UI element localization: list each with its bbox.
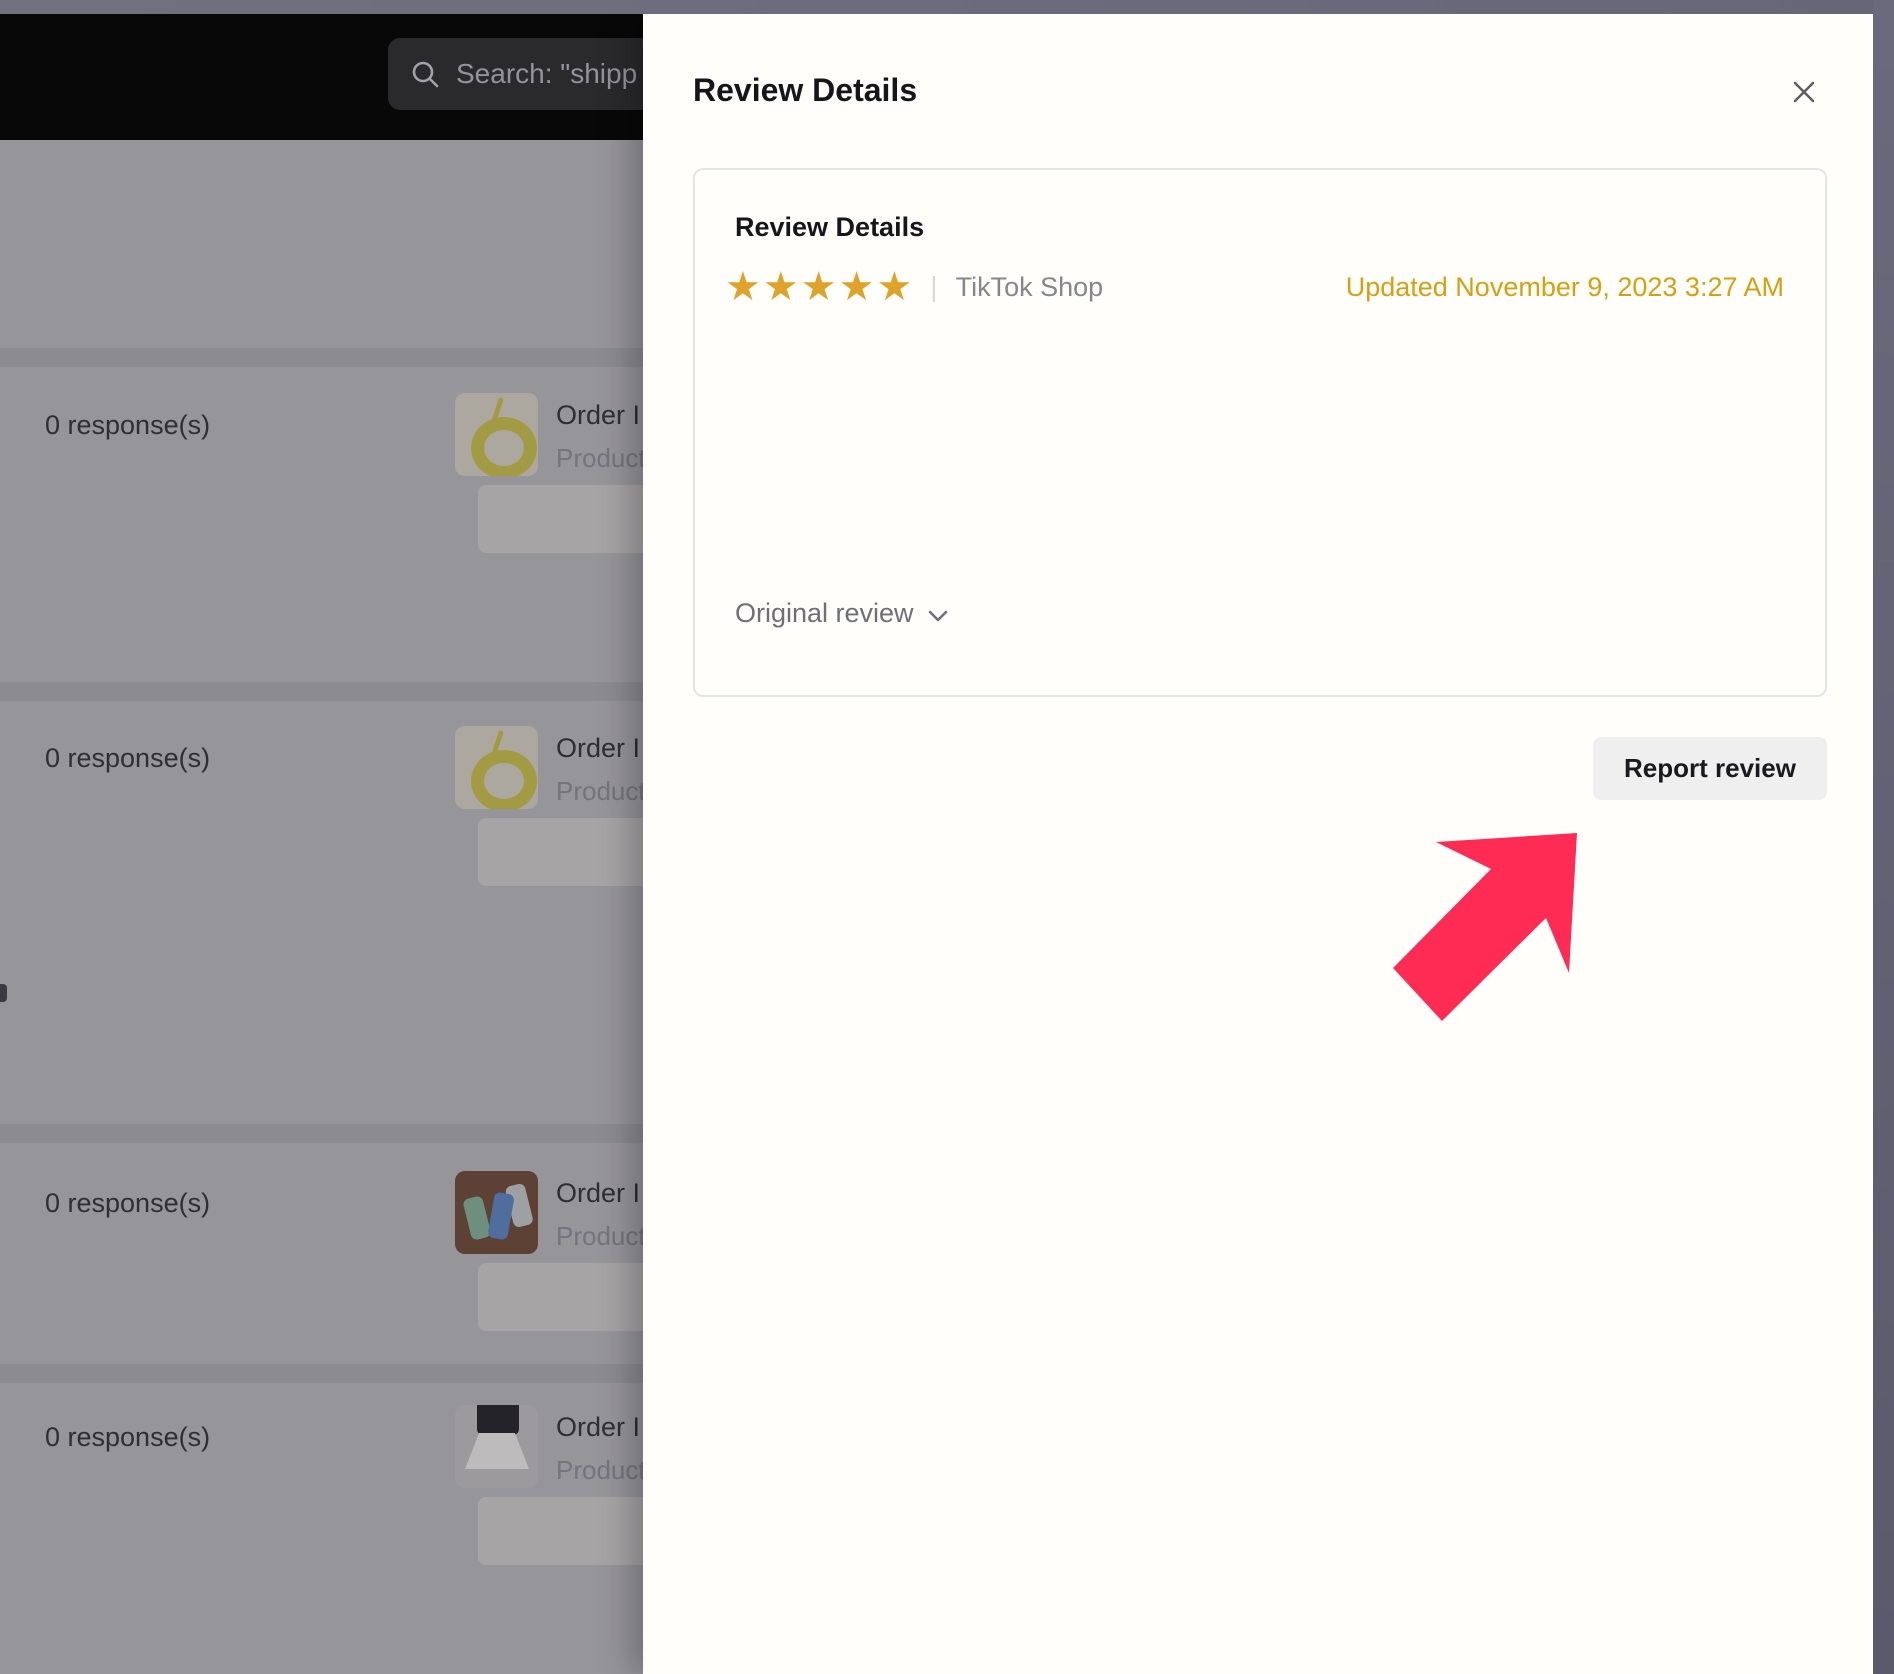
- responses-count: 0 response(s): [45, 743, 210, 774]
- rating-divider: |: [930, 271, 937, 303]
- drawer-title: Review Details: [693, 72, 917, 109]
- row-sub-panel: [478, 485, 643, 553]
- product-thumbnail: [455, 393, 538, 476]
- order-id-label: Order I: [556, 1412, 640, 1443]
- page-top-header: Search: "shipp: [0, 14, 643, 140]
- responses-count: 0 response(s): [45, 410, 210, 441]
- search-icon: [410, 59, 440, 89]
- window-top-edge: [0, 0, 1894, 14]
- close-button[interactable]: [1780, 68, 1828, 116]
- close-icon: [1792, 80, 1816, 104]
- report-review-button[interactable]: Report review: [1593, 737, 1827, 800]
- star-icon: ★: [763, 267, 801, 307]
- row-sub-panel: [478, 1263, 643, 1331]
- page-edge-mark: [0, 984, 7, 1002]
- review-card: Review Details ★ ★ ★ ★ ★ | TikTok Shop U…: [693, 168, 1827, 697]
- original-review-toggle[interactable]: Original review: [735, 598, 948, 629]
- product-thumbnail: [455, 726, 538, 809]
- row-sub-panel: [478, 818, 643, 886]
- product-thumbnail: [455, 1171, 538, 1254]
- review-row: 0 response(s) Order I Product: [0, 1171, 643, 1386]
- row-separator: [0, 348, 643, 367]
- chevron-down-icon: [928, 610, 948, 623]
- window-right-edge: [1873, 0, 1894, 1674]
- row-separator: [0, 682, 643, 701]
- star-icon: ★: [801, 267, 839, 307]
- star-icon: ★: [725, 267, 763, 307]
- search-input[interactable]: Search: "shipp: [388, 38, 643, 110]
- order-id-label: Order I: [556, 400, 640, 431]
- search-text: Search: "shipp: [456, 58, 637, 90]
- order-id-label: Order I: [556, 733, 640, 764]
- review-card-heading: Review Details: [735, 212, 924, 243]
- product-id-label: Product: [556, 776, 643, 807]
- review-row: 0 response(s) Order I Product: [0, 1405, 643, 1620]
- responses-count: 0 response(s): [45, 1422, 210, 1453]
- product-id-label: Product: [556, 443, 643, 474]
- product-id-label: Product: [556, 1455, 643, 1486]
- responses-count: 0 response(s): [45, 1188, 210, 1219]
- rating-row: ★ ★ ★ ★ ★ | TikTok Shop Updated November…: [725, 266, 1784, 308]
- review-row: 0 response(s) Order I Product: [0, 393, 643, 608]
- background-page: Search: "shipp 0 response(s) Order I Pro…: [0, 14, 643, 1674]
- updated-timestamp: Updated November 9, 2023 3:27 AM: [1346, 272, 1784, 303]
- row-sub-panel: [478, 1497, 643, 1565]
- review-row: 0 response(s) Order I Product: [0, 726, 643, 941]
- row-separator: [0, 1124, 643, 1143]
- order-id-label: Order I: [556, 1178, 640, 1209]
- star-icon: ★: [839, 267, 877, 307]
- product-thumbnail: [455, 1405, 538, 1488]
- original-review-label: Original review: [735, 598, 914, 629]
- review-details-drawer: Review Details Review Details ★ ★ ★ ★ ★ …: [643, 14, 1894, 1674]
- star-icon: ★: [876, 267, 914, 307]
- product-id-label: Product: [556, 1221, 643, 1252]
- review-source: TikTok Shop: [956, 272, 1104, 303]
